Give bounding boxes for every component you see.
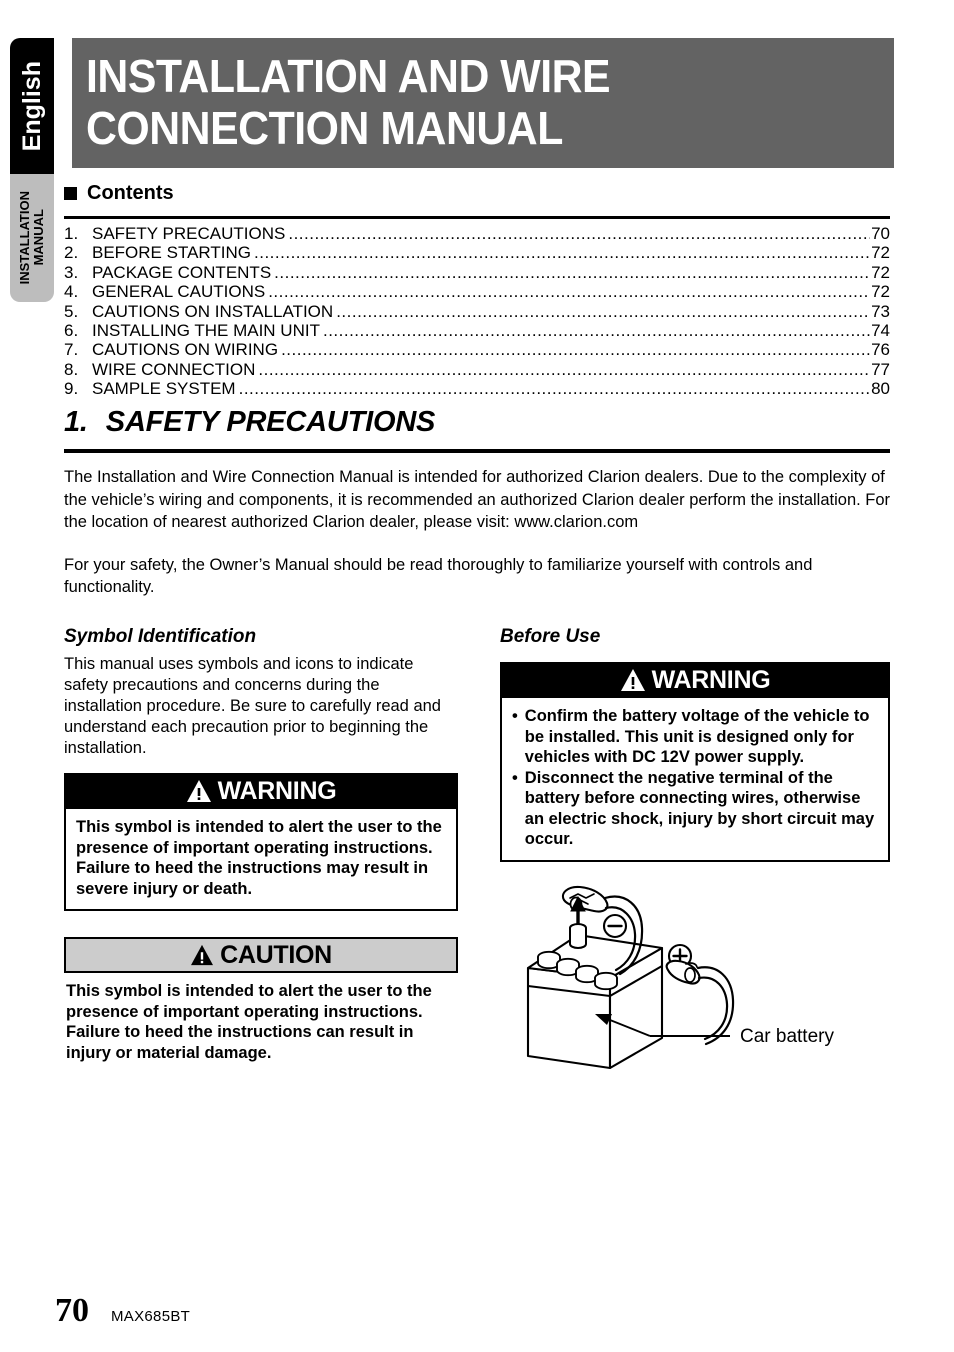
contents-divider — [64, 216, 890, 219]
toc-page-number: 77 — [871, 359, 890, 379]
section-title: 1. SAFETY PRECAUTIONS — [64, 406, 435, 439]
toc-title: WIRE CONNECTION — [92, 359, 256, 379]
square-bullet-icon — [64, 187, 77, 200]
column-before-use: Before Use WARNING • Confirm the battery … — [500, 626, 890, 862]
toc-row[interactable]: 2. BEFORE STARTING.......................… — [64, 243, 890, 262]
car-battery-figure: Car battery — [500, 878, 900, 1078]
toc-number: 5. — [64, 301, 79, 321]
toc-title: INSTALLING THE MAIN UNIT — [92, 321, 320, 341]
warning-bullet-item: • Confirm the battery voltage of the vehi… — [512, 706, 878, 768]
toc-row[interactable]: 3. PACKAGE CONTENTS......................… — [64, 263, 890, 282]
document-title-banner: INSTALLATION AND WIRE CONNECTION MANUAL — [72, 38, 894, 168]
caution-triangle-icon — [191, 944, 214, 966]
intro-paragraph-1: The Installation and Wire Connection Man… — [64, 468, 891, 531]
toc-row[interactable]: 1. SAFETY PRECAUTIONS....................… — [64, 224, 890, 243]
warning-triangle-icon — [186, 780, 211, 802]
toc-title: BEFORE STARTING — [92, 243, 252, 263]
bullet-icon: • — [512, 768, 518, 787]
column-symbol-identification: Symbol Identification This manual uses s… — [64, 626, 458, 1063]
caution-box-header: CAUTION — [64, 937, 458, 973]
symbol-identification-heading: Symbol Identification — [64, 626, 257, 647]
contents-heading-label: Contents — [87, 182, 174, 204]
toc-page-number: 72 — [871, 282, 890, 302]
warning-label: WARNING — [217, 776, 337, 805]
toc-dot-leader: ........................................… — [281, 340, 870, 360]
toc-number: 4. — [64, 282, 79, 302]
footer-page-number: 70 — [55, 1292, 89, 1329]
section-intro: The Installation and Wire Connection Man… — [64, 466, 892, 619]
toc-page-number: 72 — [871, 262, 890, 282]
toc-row[interactable]: 9. SAMPLE SYSTEM.........................… — [64, 379, 890, 398]
warning-box-header: WARNING — [64, 773, 458, 809]
warning-bullet-list: • Confirm the battery voltage of the vehi… — [512, 706, 878, 850]
toc-dot-leader: ........................................… — [274, 262, 870, 282]
toc-dot-leader: ........................................… — [258, 359, 870, 379]
toc-dot-leader: ........................................… — [322, 321, 870, 341]
section-title-label: SAFETY PRECAUTIONS — [105, 406, 436, 438]
toc-page-number: 80 — [871, 379, 890, 399]
toc-title: SAMPLE SYSTEM — [92, 379, 236, 399]
intro-paragraph-2: For your safety, the Owner’s Manual shou… — [64, 555, 813, 597]
warning-bullet-text: Confirm the battery voltage of the vehic… — [524, 707, 870, 766]
before-use-warning-body: • Confirm the battery voltage of the vehi… — [500, 698, 890, 862]
caution-label: CAUTION — [220, 940, 332, 969]
toc-page-number: 74 — [871, 321, 890, 341]
toc-page-number: 70 — [871, 224, 890, 243]
car-battery-caption: Car battery — [740, 1026, 834, 1047]
section-number: 1. — [64, 406, 88, 438]
toc-row[interactable]: 7. CAUTIONS ON WIRING....................… — [64, 340, 890, 359]
caution-box-body: This symbol is intended to alert the use… — [66, 982, 432, 1062]
toc-page-number: 73 — [871, 301, 890, 321]
toc-row[interactable]: 6. INSTALLING THE MAIN UNIT..............… — [64, 321, 890, 340]
toc-number: 9. — [64, 379, 79, 399]
warning-box-before-use: WARNING • Confirm the battery voltage of … — [500, 662, 890, 862]
bullet-icon: • — [512, 707, 518, 725]
toc-dot-leader: ........................................… — [288, 224, 871, 243]
toc-title: SAFETY PRECAUTIONS — [92, 224, 286, 243]
warning-box-body: This symbol is intended to alert the use… — [64, 809, 458, 911]
toc-dot-leader: ........................................… — [336, 301, 870, 321]
toc-dot-leader: ........................................… — [268, 282, 870, 302]
toc-dot-leader: ........................................… — [238, 379, 871, 399]
caution-box-symbol: CAUTION This symbol is intended to alert… — [64, 937, 458, 1063]
toc-dot-leader: ........................................… — [254, 243, 871, 263]
toc-number: 2. — [64, 243, 79, 263]
toc-title: CAUTIONS ON WIRING — [92, 340, 279, 360]
warning-box-symbol: WARNING This symbol is intended to alert… — [64, 773, 458, 911]
page-footer: 70 MAX685BT — [55, 1292, 190, 1330]
warning-bullet-text: Disconnect the negative terminal of the … — [524, 768, 875, 849]
toc-page-number: 72 — [871, 243, 890, 263]
toc-number: 3. — [64, 262, 79, 282]
warning-bullet-item: • Disconnect the negative terminal of the… — [512, 768, 878, 850]
toc-number: 6. — [64, 321, 79, 341]
symbol-identification-body: This manual uses symbols and icons to in… — [64, 655, 441, 757]
toc-title: GENERAL CAUTIONS — [92, 282, 266, 302]
page-title-line2: CONNECTION MANUAL — [86, 102, 563, 154]
toc-title: PACKAGE CONTENTS — [92, 262, 272, 282]
table-of-contents: 1. SAFETY PRECAUTIONS....................… — [64, 224, 890, 399]
contents-heading: Contents — [64, 182, 174, 205]
toc-row[interactable]: 5. CAUTIONS ON INSTALLATION..............… — [64, 302, 890, 321]
car-battery-illustration: Car battery — [526, 885, 834, 1070]
toc-row[interactable]: 8. WIRE CONNECTION.......................… — [64, 360, 890, 379]
toc-number: 7. — [64, 340, 79, 360]
toc-row[interactable]: 4. GENERAL CAUTIONS......................… — [64, 282, 890, 301]
toc-number: 8. — [64, 359, 79, 379]
toc-page-number: 76 — [871, 340, 890, 360]
page-title-line1: INSTALLATION AND WIRE — [86, 50, 611, 102]
toc-number: 1. — [64, 224, 79, 243]
before-use-heading: Before Use — [500, 626, 601, 647]
warning-triangle-icon — [620, 669, 645, 691]
page-title: INSTALLATION AND WIRE CONNECTION MANUAL — [86, 50, 837, 154]
before-use-warning-header: WARNING — [500, 662, 890, 698]
warning-label: WARNING — [651, 665, 771, 694]
page-content: INSTALLATION AND WIRE CONNECTION MANUAL … — [0, 0, 954, 1352]
toc-title: CAUTIONS ON INSTALLATION — [92, 301, 334, 321]
section-divider — [64, 449, 890, 453]
footer-model-number: MAX685BT — [111, 1308, 191, 1325]
